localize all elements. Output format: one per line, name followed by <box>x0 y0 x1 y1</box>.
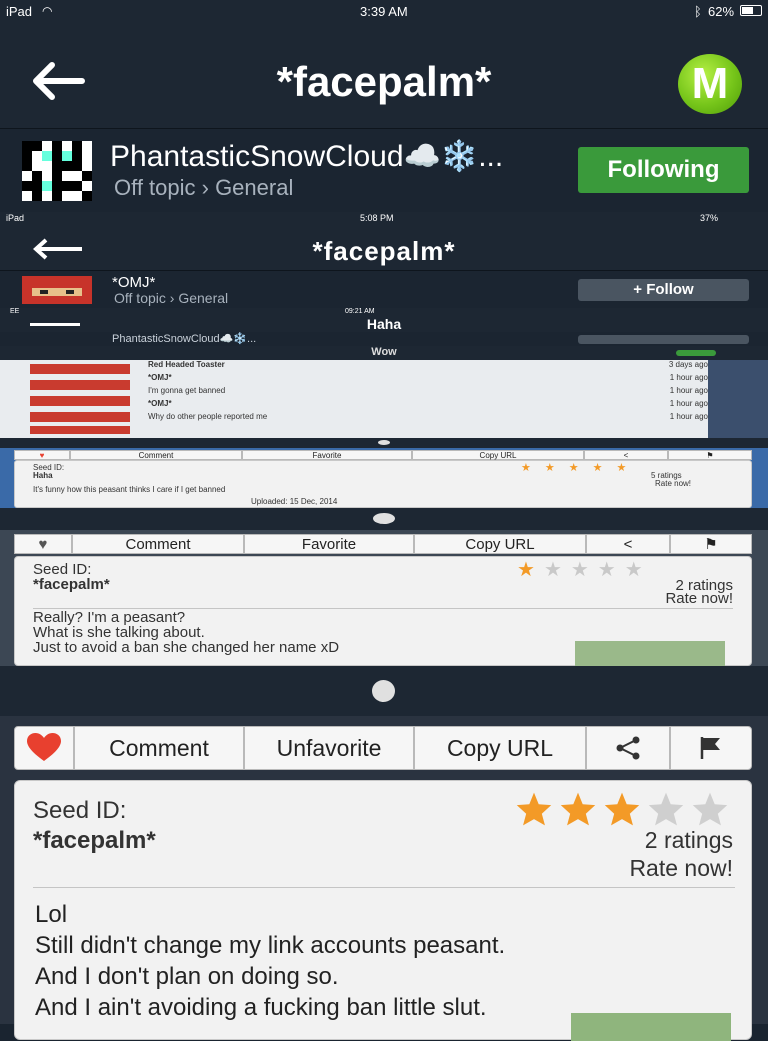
unfavorite-button[interactable]: Unfavorite <box>244 726 414 770</box>
post-line: And I don't plan on doing so. <box>35 963 339 990</box>
author-name[interactable]: PhantasticSnowCloud☁️❄️... <box>110 139 503 174</box>
page-title: *facepalm* <box>276 58 492 105</box>
seed-value: *facepalm* <box>33 827 156 854</box>
bluetooth-icon: ᛒ <box>694 4 702 19</box>
comment-button[interactable]: Comment <box>74 726 244 770</box>
app-logo[interactable]: M <box>678 54 742 114</box>
share-icon <box>616 736 640 760</box>
author-category[interactable]: Off topic › General <box>114 175 293 201</box>
post-line: Lol <box>35 901 68 928</box>
copy-url-button[interactable]: Copy URL <box>414 726 586 770</box>
rate-now-link[interactable]: Rate now! <box>629 855 733 882</box>
battery-percent: 62% <box>708 4 735 19</box>
seed-thumbnail[interactable] <box>571 1013 731 1041</box>
action-bar: Comment Unfavorite Copy URL <box>14 726 752 770</box>
device-label: iPad <box>6 4 33 19</box>
star-icon[interactable] <box>559 791 597 827</box>
seed-label: Seed ID: <box>33 797 127 824</box>
flag-icon <box>700 737 720 759</box>
nested-avatar <box>22 276 92 304</box>
battery-icon <box>740 5 762 16</box>
divider <box>33 887 735 888</box>
share-button[interactable] <box>586 726 670 770</box>
star-rating[interactable] <box>515 791 729 827</box>
nested-status-bar: iPad 5:08 PM 37% <box>0 212 768 226</box>
nested-author-row: *OMJ* Off topic › General + Follow <box>0 270 768 309</box>
avatar[interactable] <box>22 141 92 201</box>
nested-header: *facepalm* <box>0 226 768 270</box>
post-body: Lol Still didn't change my link accounts… <box>35 899 505 1023</box>
post-line: Still didn't change my link accounts pea… <box>35 932 506 959</box>
clock: 3:39 AM <box>360 4 408 19</box>
page-dot[interactable] <box>372 680 395 702</box>
following-button[interactable]: Following <box>578 147 749 193</box>
star-icon[interactable] <box>515 791 553 827</box>
wifi-icon: ◠ <box>42 4 53 18</box>
heart-icon <box>27 733 61 761</box>
star-icon[interactable] <box>603 791 641 827</box>
favorite-heart-button[interactable] <box>14 726 74 770</box>
ratings-count: 2 ratings <box>644 827 733 853</box>
report-button[interactable] <box>670 726 752 770</box>
nested-list: Red Headed Toaster 3 days ago *OMJ* 1 hour… <box>0 360 768 438</box>
star-icon[interactable] <box>691 791 729 827</box>
seed-card: Seed ID: *facepalm* 2 ratings Rate now! … <box>14 780 752 1041</box>
status-bar: iPad ◠ 3:39 AM ᛒ 62% <box>0 0 768 22</box>
author-row: PhantasticSnowCloud☁️❄️... Off topic › G… <box>0 128 768 213</box>
top-nav-bar: *facepalm* M <box>0 22 768 128</box>
post-line: And I ain't avoiding a fucking ban littl… <box>35 994 487 1021</box>
star-icon[interactable] <box>647 791 685 827</box>
page-indicator <box>0 666 768 716</box>
